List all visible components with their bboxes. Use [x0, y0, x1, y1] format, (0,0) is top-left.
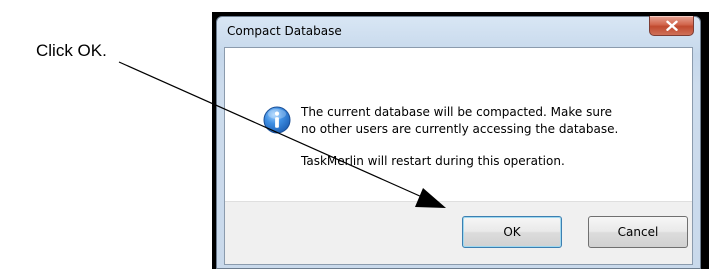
dialog-content: The current database will be compacted. …: [224, 47, 693, 265]
dialog-message: The current database will be compacted. …: [301, 104, 618, 138]
instruction-callout-text: Click OK.: [36, 41, 107, 60]
compact-database-dialog: Compact Database The current database wi…: [216, 16, 701, 269]
cancel-button[interactable]: Cancel: [588, 216, 688, 248]
message-line-2: no other users are currently accessing t…: [301, 122, 619, 136]
message-line-3: TaskMerlin will restart during this oper…: [301, 154, 565, 168]
close-button[interactable]: [649, 16, 694, 36]
dialog-title: Compact Database: [227, 24, 342, 38]
ok-button[interactable]: OK: [462, 216, 562, 248]
close-icon: [665, 20, 678, 31]
dialog-button-bar: OK Cancel: [225, 201, 692, 264]
screenshot-frame: Compact Database The current database wi…: [212, 12, 709, 269]
message-line-1: The current database will be compacted. …: [301, 105, 612, 119]
information-icon: [263, 106, 291, 134]
